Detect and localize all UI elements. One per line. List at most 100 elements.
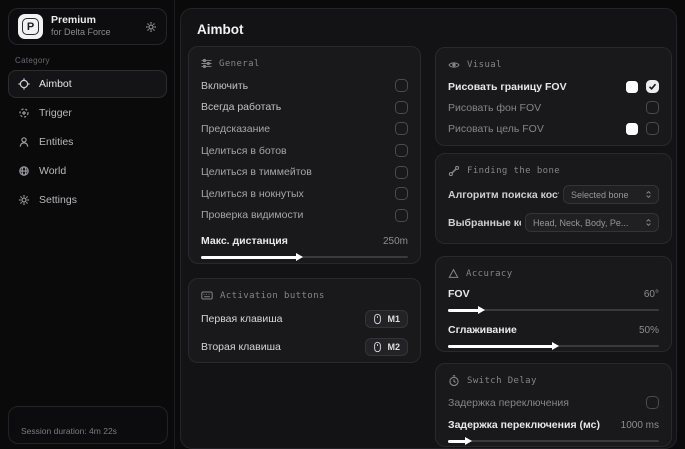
bone-algorithm-label: Алгоритм поиска кост [448,189,559,201]
fov-slider[interactable] [448,305,659,315]
always-work-checkbox[interactable] [395,101,408,114]
keybind-row: Вторая клавиша M2 [201,335,408,359]
category-label: Category [15,56,50,65]
max-distance-slider[interactable] [201,252,408,262]
keybind-value: M2 [387,342,400,352]
bone-row: Выбранные кос Head, Neck, Body, Pe... [448,210,659,235]
brand-card: P Premium for Delta Force [8,8,167,45]
toggle-label: Целиться в тиммейтов [201,166,312,178]
card-title: Switch Delay [467,376,537,386]
triangle-icon [448,268,459,279]
slider-thumb[interactable] [552,342,559,350]
visibility-check-checkbox[interactable] [395,209,408,222]
visual-row: Рисовать цель FOV [448,118,659,139]
session-duration: Session duration: 4m 22s [21,426,117,436]
row-controls [626,122,659,135]
select-value: Head, Neck, Body, Pe... [533,218,628,228]
first-key-button[interactable]: M1 [365,310,408,328]
sidebar: P Premium for Delta Force Category [0,0,175,449]
sidebar-item-entities[interactable]: Entities [8,128,167,156]
sidebar-item-label: Settings [39,194,77,206]
sidebar-item-label: World [39,165,66,177]
slider-thumb[interactable] [296,253,303,261]
fov-border-checkbox[interactable] [646,80,659,93]
switch-delay-card: Switch Delay Задержка переключения Задер… [435,363,672,447]
slider-thumb[interactable] [465,437,472,445]
fov-target-checkbox[interactable] [646,122,659,135]
sidebar-item-label: Aimbot [39,78,72,90]
mouse-icon [373,341,382,353]
toggle-label: Всегда работать [201,101,281,113]
sidebar-item-aimbot[interactable]: Aimbot [8,70,167,98]
row-controls [646,101,659,114]
accuracy-card: Accuracy FOV 60° Сглаживание 50% [435,256,672,352]
slider-fill [201,256,298,259]
switch-delay-ms-label: Задержка переключения (мс) [448,419,600,431]
enable-checkbox[interactable] [395,79,408,92]
max-distance-label: Макс. дистанция [201,235,288,247]
target-knocked-checkbox[interactable] [395,187,408,200]
activation-card-header: Activation buttons [201,289,408,302]
max-distance-value: 250m [383,236,408,247]
brand-text: Premium for Delta Force [51,14,137,38]
toggle-row: Включить [201,75,408,97]
app-window: P Premium for Delta Force Category [0,0,685,449]
slider-thumb[interactable] [478,306,485,314]
unfold-icon [644,189,653,200]
fov-value: 60° [644,289,659,300]
toggle-row: Целиться в ботов [201,140,408,162]
color-swatch[interactable] [626,123,638,135]
toggle-row: Всегда работать [201,97,408,119]
session-card: Session duration: 4m 22s [8,406,168,444]
sidebar-item-world[interactable]: World [8,157,167,185]
select-value: Selected bone [571,190,629,200]
check-icon [648,82,657,91]
visual-row: Рисовать фон FOV [448,97,659,118]
visual-card-header: Visual [448,58,659,71]
sidebar-item-trigger[interactable]: Trigger [8,99,167,127]
toggle-label: Проверка видимости [201,209,303,221]
general-card-header: General [201,57,408,70]
sidebar-nav: Aimbot Trigger Entities [0,70,175,215]
target-teammates-checkbox[interactable] [395,166,408,179]
second-key-button[interactable]: M2 [365,338,408,356]
card-title: General [219,59,260,69]
toggle-label: Включить [201,80,248,92]
toggle-label: Предсказание [201,123,270,135]
globe-icon [18,165,30,177]
fov-background-checkbox[interactable] [646,101,659,114]
toggle-label: Целиться в нокнутых [201,188,304,200]
prediction-checkbox[interactable] [395,122,408,135]
mouse-icon [373,313,382,325]
entities-icon [18,136,30,148]
logo-letter: P [22,18,39,35]
fov-background-label: Рисовать фон FOV [448,102,541,114]
switch-delay-ms-value: 1000 ms [621,420,659,431]
card-title: Visual [467,60,502,70]
gear-icon[interactable] [145,21,157,33]
brand-title: Premium [51,14,137,27]
smoothing-slider[interactable] [448,341,659,351]
card-title: Accuracy [466,269,513,279]
slider-label-row: Макс. дистанция 250m [201,232,408,250]
page-title: Aimbot [197,22,244,37]
sidebar-item-settings[interactable]: Settings [8,186,167,214]
switch-delay-checkbox[interactable] [646,396,659,409]
switch-delay-slider[interactable] [448,436,659,446]
slider-track [448,440,659,442]
slider-label-row: Сглаживание 50% [448,321,659,339]
sliders-icon [201,58,212,69]
selected-bones-select[interactable]: Head, Neck, Body, Pe... [525,213,659,232]
slider-fill [448,309,480,312]
smoothing-label: Сглаживание [448,324,517,336]
switch-delay-toggle-label: Задержка переключения [448,397,569,409]
toggle-row: Проверка видимости [201,205,408,227]
smoothing-value: 50% [639,325,659,336]
bone-algorithm-select[interactable]: Selected bone [563,185,659,204]
main-panel: Aimbot General Включить Всегда работать [180,8,677,449]
card-title: Activation buttons [220,291,325,301]
target-bots-checkbox[interactable] [395,144,408,157]
bone-card: Finding the bone Алгоритм поиска кост Se… [435,153,672,244]
color-swatch[interactable] [626,81,638,93]
selected-bones-label: Выбранные кос [448,217,521,229]
